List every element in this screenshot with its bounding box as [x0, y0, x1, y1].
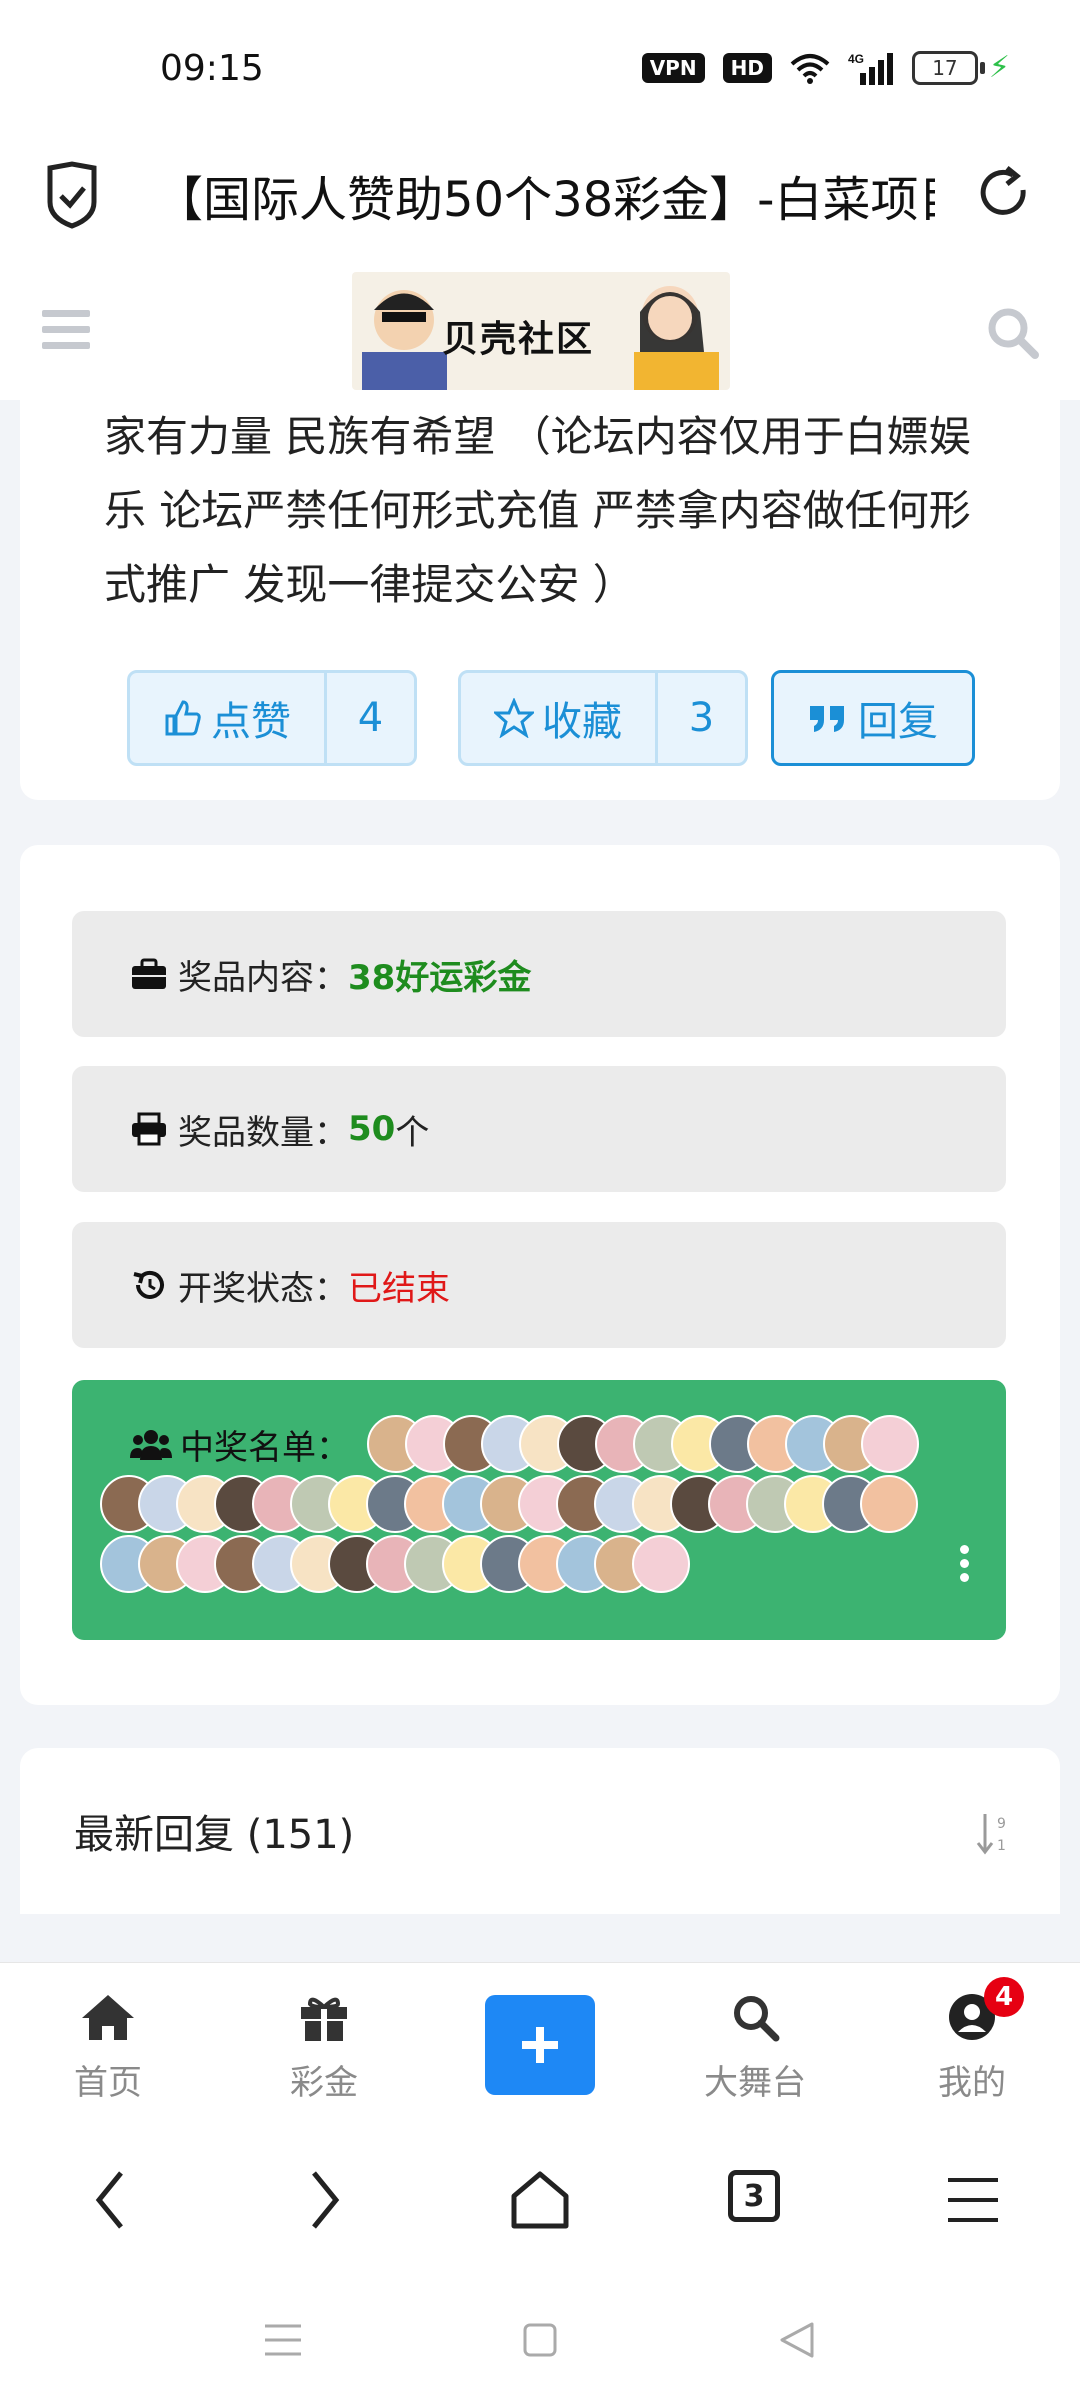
clock: 09:15: [160, 48, 264, 89]
prize-content-value: 38好运彩金: [348, 957, 532, 998]
home-page-icon[interactable]: [508, 2168, 572, 2232]
system-nav: [0, 2280, 1080, 2400]
prize-content-label: 奖品内容：: [178, 957, 348, 998]
browser-menu-icon[interactable]: [945, 2175, 1001, 2225]
system-back-icon[interactable]: [776, 2320, 818, 2360]
printer-icon: [132, 1112, 166, 1146]
favorite-button[interactable]: 收藏 3: [458, 670, 748, 766]
briefcase-icon: [132, 958, 166, 989]
prize-quantity-row: 奖品数量： 50 个: [72, 1066, 1006, 1192]
winners-label-wrap: 中奖名单：: [130, 1420, 350, 1469]
post-body: 家有力量 民族有希望 （论坛内容仅用于白嫖娱乐 论坛严禁任何形式充值 严禁拿内容…: [104, 412, 971, 609]
page-title[interactable]: 【国际人赞助50个38彩金】-白菜项目: [155, 160, 935, 240]
prize-card: 奖品内容： 38好运彩金 奖品数量： 50 个 开奖状态： 已结束 中奖名单：: [20, 845, 1060, 1705]
svg-text:1: 1: [997, 1838, 1006, 1854]
prize-status-row: 开奖状态： 已结束: [72, 1222, 1006, 1348]
more-vertical-icon[interactable]: [960, 1545, 970, 1587]
winners-label: 中奖名单：: [180, 1428, 350, 1468]
like-label: 点赞: [211, 699, 291, 745]
site-header: 贝壳社区: [0, 260, 1080, 400]
thumbs-up-icon: [165, 700, 201, 736]
winners-list: 中奖名单：: [72, 1380, 1006, 1640]
nav-home-label: 首页: [74, 2063, 142, 2103]
star-icon: [494, 698, 534, 738]
prize-quantity-label: 奖品数量：: [178, 1112, 348, 1153]
signal-icon: 4G: [848, 52, 893, 85]
nav-home[interactable]: 首页: [43, 1985, 173, 2104]
winner-avatar[interactable]: [860, 1475, 918, 1533]
charging-icon: ⚡: [988, 50, 1010, 85]
prize-quantity-value: 50: [348, 1109, 396, 1149]
nav-mine-label: 我的: [938, 2063, 1006, 2103]
sort-numeric-icon[interactable]: 9 1: [975, 1810, 1015, 1858]
like-button[interactable]: 点赞 4: [127, 670, 417, 766]
forward-icon[interactable]: [300, 2165, 350, 2235]
battery-level: 17: [911, 50, 978, 85]
bottom-nav: 首页 彩金 大舞台 4 我的: [0, 1962, 1080, 2121]
replies-section: 最新回复 (151) 9 1: [20, 1748, 1060, 1914]
prize-quantity-unit: 个: [395, 1112, 430, 1153]
nav-bonus[interactable]: 彩金: [259, 1985, 389, 2104]
reply-label: 回复: [858, 699, 938, 745]
browser-title-bar: 【国际人赞助50个38彩金】-白菜项目: [0, 140, 1080, 260]
shield-check-icon[interactable]: [42, 160, 102, 230]
winner-avatar[interactable]: [632, 1535, 690, 1593]
reply-button[interactable]: 回复: [771, 670, 975, 766]
prize-status-label: 开奖状态：: [178, 1268, 348, 1309]
nav-bonus-label: 彩金: [290, 2063, 358, 2103]
like-count: 4: [357, 695, 384, 741]
history-icon: [133, 1270, 164, 1299]
create-post-button[interactable]: [485, 1995, 595, 2095]
prize-status-value: 已结束: [348, 1268, 450, 1309]
status-icons: VPN HD 4G 17 ⚡: [641, 50, 1010, 85]
site-logo[interactable]: 贝壳社区: [352, 272, 730, 390]
back-icon[interactable]: [85, 2165, 135, 2235]
recent-apps-icon[interactable]: [262, 2320, 304, 2360]
nav-stage-label: 大舞台: [704, 2063, 806, 2103]
search-icon: [734, 1996, 780, 2042]
tabs-button[interactable]: 3: [728, 2170, 780, 2222]
home-icon: [82, 1995, 134, 2040]
nav-mine[interactable]: 4 我的: [907, 1977, 1037, 2104]
notification-badge: 4: [984, 1977, 1024, 2017]
hd-icon: HD: [722, 52, 772, 83]
nav-stage[interactable]: 大舞台: [690, 1985, 820, 2104]
favorite-count: 3: [688, 695, 715, 741]
plus-icon: [522, 2027, 558, 2063]
users-icon: [130, 1429, 172, 1460]
svg-text:9: 9: [997, 1816, 1006, 1832]
browser-toolbar: 3: [0, 2120, 1080, 2280]
system-home-icon[interactable]: [520, 2320, 560, 2360]
wifi-icon: [790, 53, 830, 84]
quote-icon: [810, 706, 844, 732]
hamburger-menu-icon[interactable]: [42, 310, 90, 350]
replies-title: 最新回复 (151): [74, 1812, 355, 1858]
post-card: 家有力量 民族有希望 （论坛内容仅用于白嫖娱乐 论坛严禁任何形式充值 严禁拿内容…: [20, 400, 1060, 800]
logo-text: 贝壳社区: [442, 319, 595, 360]
status-bar: 09:15 VPN HD 4G 17 ⚡: [0, 0, 1080, 140]
reload-icon[interactable]: [975, 160, 1035, 230]
vpn-icon: VPN: [641, 52, 705, 83]
search-icon[interactable]: [985, 305, 1040, 360]
battery-icon: 17 ⚡: [911, 50, 1010, 85]
gift-icon: [301, 1997, 347, 2041]
prize-content-row: 奖品内容： 38好运彩金: [72, 911, 1006, 1037]
svg-text:4G: 4G: [848, 52, 864, 66]
winner-avatar[interactable]: [861, 1415, 919, 1473]
favorite-label: 收藏: [542, 699, 622, 745]
